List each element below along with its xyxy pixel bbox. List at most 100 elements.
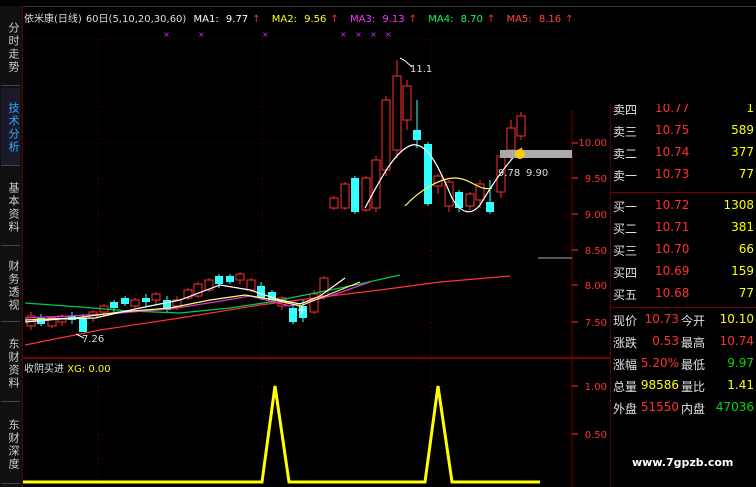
side-tab-3[interactable]: 财务透视 (1, 248, 20, 322)
xg-label: XG: (67, 364, 86, 375)
ma3-legend: MA3: 9.13 ↑ (349, 14, 418, 25)
side-tab-2[interactable]: 基本资料 (1, 168, 20, 246)
stat-label: 内盘 (681, 402, 706, 416)
price-tick: 8.00 (585, 281, 607, 292)
candle-body (413, 130, 421, 140)
stat-value: 10.73 (644, 312, 679, 326)
candle-body (402, 85, 412, 121)
stat-label: 外盘 (613, 402, 638, 416)
candle-body (340, 183, 350, 209)
bid-row[interactable]: 买三 10.70 66 (611, 239, 756, 261)
stat-label: 今开 (681, 314, 706, 328)
candle-body (130, 299, 140, 307)
price-tick: 7.50 (585, 318, 607, 329)
signal-marker: × (355, 30, 362, 39)
signal-marker: × (340, 30, 347, 39)
ask-price: 10.73 (655, 167, 690, 181)
side-tab-1[interactable]: 技术分析 (1, 88, 20, 166)
price-tick: 8.50 (585, 246, 607, 257)
ma5-legend: MA5: 8.16 ↑ (506, 14, 574, 25)
ask-price: 10.74 (655, 145, 690, 159)
stat-label: 总量 (613, 380, 638, 394)
chart-canvas[interactable]: × × × × × × × 11.1 9.78 9.90 7.26 10.00 … (0, 0, 610, 487)
stat-value: 10.74 (719, 334, 754, 348)
candle-body (235, 273, 245, 281)
stat-value: 1.41 (727, 378, 754, 392)
indicator-tick: 0.50 (585, 430, 607, 441)
ask-row[interactable]: 卖二 10.74 377 (611, 142, 756, 164)
ask-price: 10.77 (655, 104, 690, 115)
quote-divider (611, 192, 756, 193)
marker-annotation-left: 9.78 (498, 168, 520, 179)
ask-volume: 377 (731, 145, 754, 159)
candlestick-series (26, 60, 526, 332)
price-axis-labels: 10.00 9.50 9.00 8.50 8.00 7.50 1.00 0.50 (578, 138, 607, 441)
candle-body (289, 308, 297, 322)
signal-marker: × (198, 30, 205, 39)
stat-row: 涨跌 0.53 最高 10.74 (611, 331, 756, 353)
current-price-marker[interactable] (515, 149, 525, 159)
candle-body (516, 115, 526, 137)
bid-volume: 381 (731, 220, 754, 234)
chart-period: (日线) (54, 14, 82, 25)
stat-label: 涨幅 (613, 358, 638, 372)
bid-price: 10.71 (655, 220, 690, 234)
indicator-header: 收阴买进 XG: 0.00 (24, 360, 111, 375)
ask-label: 卖二 (613, 147, 638, 161)
watermark: www.7gpzb.com (632, 456, 734, 469)
ma4-legend: MA4: 8.70 ↑ (428, 14, 496, 25)
ask-row[interactable]: 卖三 10.75 589 (611, 120, 756, 142)
ma1-legend: MA1: 9.77 ↑ (193, 14, 261, 25)
candle-body (299, 306, 307, 318)
bid-label: 买三 (613, 244, 638, 258)
stat-value: 0.53 (652, 334, 679, 348)
stat-value: 5.20% (640, 356, 679, 370)
side-tab-5[interactable]: 东财深度 (1, 404, 20, 484)
current-price-band (500, 150, 572, 158)
candle-body (381, 99, 391, 171)
up-arrow-icon: ↑ (565, 14, 574, 25)
ask-label: 卖一 (613, 169, 638, 183)
low-price-annotation: 7.26 (82, 334, 104, 345)
bid-label: 买五 (613, 288, 638, 302)
bid-label: 买四 (613, 266, 638, 280)
stat-label: 最高 (681, 336, 706, 350)
price-tick: 10.00 (578, 138, 607, 149)
bid-row[interactable]: 买四 10.69 159 (611, 261, 756, 283)
bid-row[interactable]: 买二 10.71 381 (611, 217, 756, 239)
price-axis-ticks (572, 142, 578, 435)
bid-row[interactable]: 买一 10.72 1308 (611, 195, 756, 217)
bid-volume: 1308 (723, 198, 754, 212)
side-tab-4[interactable]: 东财资料 (1, 324, 20, 402)
signal-markers: × × × × × × × (163, 30, 392, 39)
candle-body (465, 193, 475, 207)
signal-marker: × (262, 30, 269, 39)
bid-price: 10.69 (655, 264, 690, 278)
time-gridlines (97, 39, 432, 487)
bid-volume: 159 (731, 264, 754, 278)
ask-price: 10.75 (655, 123, 690, 137)
quote-divider (611, 307, 756, 308)
candle-body (226, 276, 234, 282)
bid-volume: 66 (738, 242, 754, 256)
ask-volume: 77 (738, 167, 754, 181)
ask-row[interactable]: 卖一 10.73 77 (611, 164, 756, 186)
ma-params: 60日(5,10,20,30,60) (85, 14, 187, 25)
bid-price: 10.68 (655, 286, 690, 300)
indicator-tick: 1.00 (585, 382, 607, 393)
side-tab-0[interactable]: 分时走势 (1, 8, 20, 86)
ask-row[interactable]: 卖四 10.77 1 (611, 104, 756, 120)
stat-label: 涨跌 (613, 336, 638, 350)
candle-body (257, 286, 265, 298)
candle-body (246, 279, 256, 291)
candle-body (351, 178, 359, 212)
bid-label: 买二 (613, 222, 638, 236)
stat-row: 涨幅 5.20% 最低 9.97 (611, 353, 756, 375)
signal-marker: × (385, 30, 392, 39)
moving-average-lines (24, 144, 523, 346)
stat-row: 总量 98586 量比 1.41 (611, 375, 756, 397)
stat-label: 量比 (681, 380, 706, 394)
bid-row[interactable]: 买五 10.68 77 (611, 283, 756, 305)
ask-label: 卖四 (613, 104, 638, 117)
stat-value: 47036 (715, 400, 754, 414)
